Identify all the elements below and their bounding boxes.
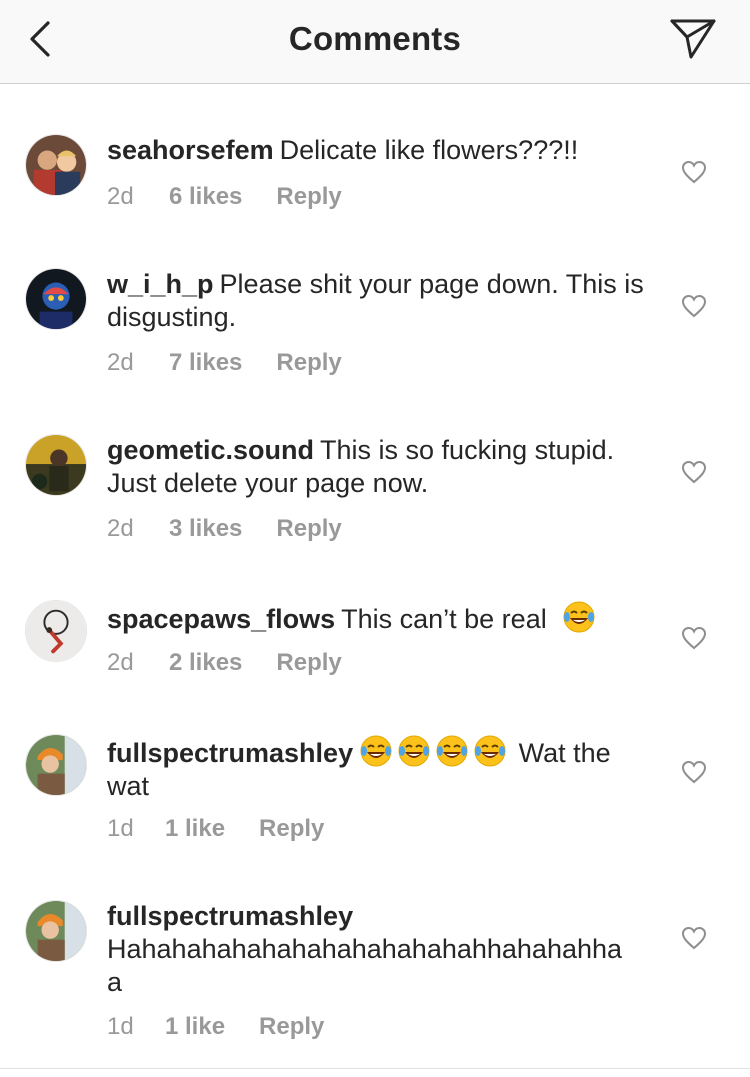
reply-button[interactable]: Reply: [276, 515, 341, 543]
comment-meta: 2d 3 likes Reply: [107, 515, 342, 543]
comment-text: fullspectrumashley Wat the wat: [107, 734, 647, 803]
face-with-tears-of-joy-icon: [563, 601, 595, 633]
face-with-tears-of-joy-icon: [474, 735, 506, 767]
comment-username[interactable]: geometic.sound: [107, 435, 314, 465]
heart-icon[interactable]: [681, 926, 707, 950]
comment-text: fullspectrumashley Hahahahahahahahahahaha…: [107, 900, 637, 999]
comment-time: 2d: [107, 183, 134, 210]
face-with-tears-of-joy-icon: [436, 735, 468, 767]
avatar[interactable]: [25, 900, 87, 962]
comment-meta: 1d 1 like Reply: [107, 815, 324, 843]
comment-username[interactable]: fullspectrumashley: [107, 900, 631, 933]
comment-meta: 1d 1 like Reply: [107, 1013, 324, 1041]
face-with-tears-of-joy-icon: [398, 735, 430, 767]
share-button[interactable]: [665, 14, 721, 64]
heart-icon[interactable]: [681, 294, 707, 318]
comment-meta: 2d 6 likes Reply: [107, 183, 342, 211]
reply-button[interactable]: Reply: [276, 649, 341, 677]
bottom-divider: [0, 1068, 750, 1069]
comment-text: geometic.sound This is so fucking stupid.…: [107, 434, 647, 500]
comment-body: Delicate like flowers???!!: [279, 135, 579, 165]
comment-body: Hahahahahahahahahahahahahhahahahhaa: [107, 934, 623, 997]
comment-username[interactable]: seahorsefem: [107, 135, 274, 165]
comment-meta: 2d 2 likes Reply: [107, 649, 342, 677]
avatar[interactable]: [25, 434, 87, 496]
heart-icon[interactable]: [681, 160, 707, 184]
avatar[interactable]: [25, 268, 87, 330]
comment-likes[interactable]: 6 likes: [169, 183, 242, 211]
comment-time: 1d: [107, 815, 134, 842]
heart-icon[interactable]: [681, 626, 707, 650]
comment-likes[interactable]: 2 likes: [169, 649, 242, 677]
paper-plane-icon: [670, 19, 716, 59]
comment-username[interactable]: w_i_h_p: [107, 269, 214, 299]
face-with-tears-of-joy-icon: [360, 735, 392, 767]
comment-likes[interactable]: 3 likes: [169, 515, 242, 543]
reply-button[interactable]: Reply: [259, 815, 324, 843]
reply-button[interactable]: Reply: [276, 349, 341, 377]
comment-time: 1d: [107, 1013, 134, 1040]
avatar[interactable]: [25, 734, 87, 796]
comment-text: w_i_h_p Please shit your page down. This …: [107, 268, 647, 334]
comment-text: spacepaws_flows This can’t be real: [107, 600, 647, 636]
comment-time: 2d: [107, 515, 134, 542]
comment-text: seahorsefem Delicate like flowers???!!: [107, 134, 647, 167]
comment-likes[interactable]: 7 likes: [169, 349, 242, 377]
comment-username[interactable]: fullspectrumashley: [107, 738, 353, 768]
heart-icon[interactable]: [681, 460, 707, 484]
avatar[interactable]: [25, 600, 87, 662]
comment-username[interactable]: spacepaws_flows: [107, 604, 335, 634]
reply-button[interactable]: Reply: [259, 1013, 324, 1041]
comment-time: 2d: [107, 349, 134, 376]
page-title: Comments: [288, 20, 462, 57]
reply-button[interactable]: Reply: [276, 183, 341, 211]
header-bar: Comments: [0, 0, 750, 84]
comment-likes[interactable]: 1 like: [165, 815, 225, 843]
avatar[interactable]: [25, 134, 87, 196]
heart-icon[interactable]: [681, 760, 707, 784]
comment-body: This can’t be real: [341, 604, 547, 634]
comment-likes[interactable]: 1 like: [165, 1013, 225, 1041]
comment-meta: 2d 7 likes Reply: [107, 349, 342, 377]
comment-time: 2d: [107, 649, 134, 676]
